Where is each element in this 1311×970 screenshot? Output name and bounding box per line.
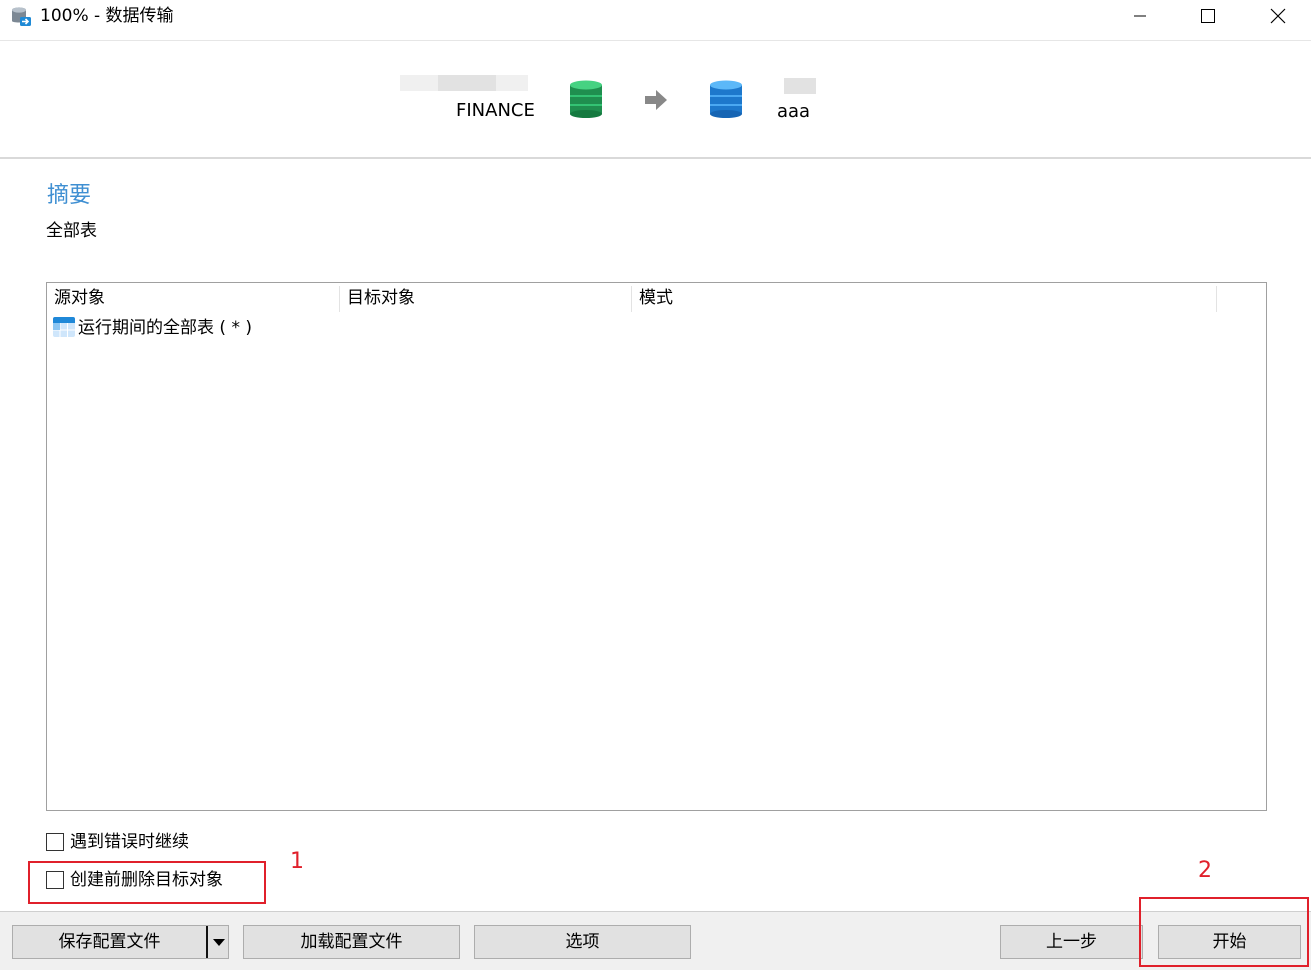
caret-down-icon — [213, 939, 225, 946]
summary-subtitle: 全部表 — [46, 221, 97, 241]
save-profile-split-button[interactable]: 保存配置文件 — [12, 925, 229, 959]
source-database-name: FINANCE — [456, 100, 535, 121]
continue-on-error-checkbox[interactable] — [46, 833, 64, 851]
annotation-number-2: 2 — [1198, 858, 1212, 883]
column-divider[interactable] — [339, 286, 340, 312]
column-divider[interactable] — [631, 286, 632, 312]
close-icon — [1270, 8, 1286, 24]
maximize-icon — [1201, 9, 1215, 23]
dropdown-arrow-button[interactable] — [210, 926, 228, 958]
arrow-right-icon — [643, 89, 669, 111]
table-row-source-object[interactable]: 运行期间的全部表 ( * ) — [78, 316, 252, 340]
annotation-box-2 — [1139, 897, 1309, 967]
table-icon — [52, 315, 76, 339]
database-transfer-icon — [10, 6, 32, 28]
back-button[interactable]: 上一步 — [1000, 925, 1143, 959]
redacted-source-connection — [496, 75, 528, 91]
redacted-target-connection — [784, 78, 816, 94]
column-divider[interactable] — [1216, 286, 1217, 312]
maximize-button[interactable] — [1185, 0, 1231, 32]
options-button[interactable]: 选项 — [474, 925, 691, 959]
redacted-source-connection — [438, 75, 496, 91]
source-database-icon — [568, 80, 604, 118]
column-header-mode[interactable]: 模式 — [639, 286, 673, 310]
close-button[interactable] — [1255, 0, 1301, 32]
minimize-button[interactable] — [1117, 0, 1163, 32]
title-bar — [0, 0, 1311, 41]
split-divider — [206, 926, 208, 958]
annotation-number-1: 1 — [290, 849, 304, 874]
transfer-objects-table[interactable] — [46, 282, 1267, 811]
column-header-target[interactable]: 目标对象 — [347, 286, 415, 310]
continue-on-error-option[interactable]: 遇到错误时继续 — [46, 830, 189, 854]
redacted-source-connection — [400, 75, 438, 91]
minimize-icon — [1134, 15, 1146, 17]
continue-on-error-label: 遇到错误时继续 — [70, 832, 189, 852]
load-profile-button[interactable]: 加载配置文件 — [243, 925, 460, 959]
annotation-box-1 — [28, 861, 266, 904]
target-database-icon — [708, 80, 744, 118]
summary-heading: 摘要 — [47, 183, 92, 208]
save-profile-button[interactable]: 保存配置文件 — [13, 926, 206, 958]
target-database-name: aaa — [777, 101, 811, 122]
window-title: 100% - 数据传输 — [40, 6, 174, 26]
column-header-source[interactable]: 源对象 — [54, 286, 105, 310]
